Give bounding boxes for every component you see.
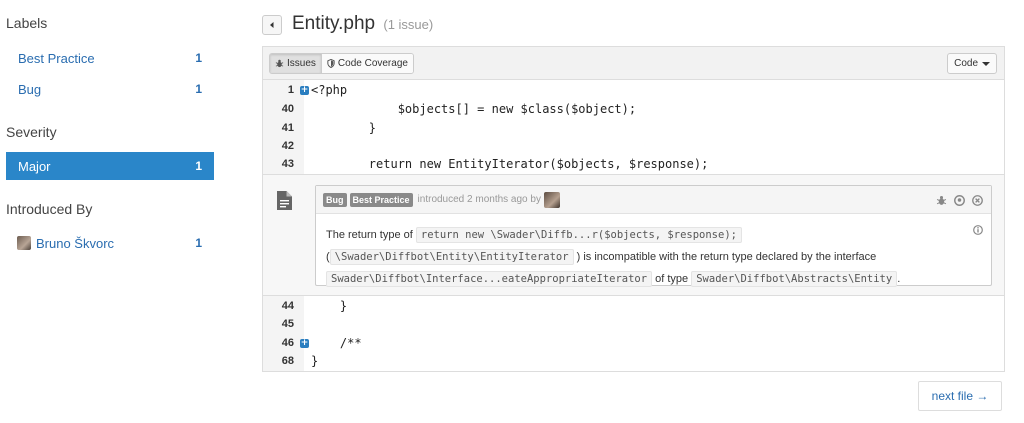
code-line: 40 $objects[] = new $class($object); <box>263 100 1004 119</box>
chevron-down-icon <box>982 61 990 66</box>
code-line: 44 } <box>263 297 1004 316</box>
code-line: 68 } <box>263 352 1004 371</box>
page-title: Entity.php (1 issue) <box>292 13 433 35</box>
line-number: 42 <box>281 140 294 152</box>
code-line: 41 } <box>263 119 1004 138</box>
issue-actions <box>936 194 983 206</box>
code-coverage-tab[interactable]: Code Coverage <box>320 54 413 73</box>
code-panel: Issues Code Coverage Code 1 + <?php 40 $… <box>262 46 1005 372</box>
code-dropdown-label: Code <box>954 58 978 69</box>
sidebar-item-label: Best Practice <box>18 50 95 66</box>
line-code: } <box>311 354 319 368</box>
issue-zone: Bug Best Practice introduced 2 months ag… <box>263 174 1004 296</box>
issue-text: The return type of <box>326 229 413 241</box>
line-number: 45 <box>281 318 294 330</box>
issue-meta: introduced 2 months ago by <box>417 194 541 205</box>
issue-header: Bug Best Practice introduced 2 months ag… <box>316 186 991 214</box>
line-number: 43 <box>281 158 294 170</box>
sidebar-item-count: 1 <box>195 51 202 65</box>
code-line: 43 return new EntityIterator($objects, $… <box>263 155 1004 174</box>
bug-icon[interactable] <box>936 194 947 205</box>
sidebar-item-label: Bruno Škvorc <box>36 235 115 251</box>
labels-heading: Labels <box>6 15 48 31</box>
code-dropdown[interactable]: Code <box>947 53 997 74</box>
line-code: } <box>311 121 377 135</box>
issues-tab-label: Issues <box>287 58 316 69</box>
line-number: 1 <box>287 84 294 96</box>
issue-text: of type <box>655 273 689 285</box>
sidebar-item-bruno-skvorc[interactable]: Bruno Škvorc 1 <box>6 229 214 257</box>
sidebar-item-label: Major <box>18 158 51 174</box>
code-line: 42 <box>263 137 1004 156</box>
sidebar: Labels Best Practice 1 Bug 1 Severity Ma… <box>0 0 214 423</box>
issue-text: . <box>897 273 901 285</box>
issue-code: Swader\Diffbot\Abstracts\Entity <box>691 271 898 287</box>
next-file-button[interactable]: next file → <box>918 381 1002 411</box>
severity-heading: Severity <box>6 124 57 140</box>
sidebar-item-count: 1 <box>195 236 202 250</box>
sidebar-item-major[interactable]: Major 1 <box>6 152 214 180</box>
issue-message: The return type of return new \Swader\Di… <box>316 214 991 290</box>
avatar[interactable] <box>543 191 560 208</box>
code-line: 45 <box>263 315 1004 334</box>
bug-badge[interactable]: Bug <box>323 192 347 207</box>
expand-icon[interactable]: + <box>300 339 309 348</box>
avatar <box>17 236 31 250</box>
shield-icon <box>327 59 335 68</box>
introduced-by-heading: Introduced By <box>6 201 93 217</box>
sidebar-item-count: 1 <box>195 82 202 96</box>
issue-code: \Swader\Diffbot\Entity\EntityIterator <box>329 249 574 265</box>
line-number: 44 <box>281 300 294 312</box>
line-number: 46 <box>281 337 294 349</box>
issue-code: return new \Swader\Diffb...r($objects, $… <box>415 227 742 243</box>
sidebar-item-best-practice[interactable]: Best Practice 1 <box>6 44 214 72</box>
view-toggle: Issues Code Coverage <box>269 53 414 74</box>
bug-icon <box>275 59 284 68</box>
line-code: /** <box>311 336 362 350</box>
issue-code: Swader\Diffbot\Interface...eateAppropria… <box>326 271 653 287</box>
sidebar-item-count: 1 <box>195 159 202 173</box>
sidebar-item-label: Bug <box>18 81 42 97</box>
info-icon[interactable] <box>973 225 983 235</box>
issue-count: (1 issue) <box>383 17 434 32</box>
line-code: <?php <box>311 83 348 97</box>
code-coverage-tab-label: Code Coverage <box>337 58 408 69</box>
line-code: } <box>311 299 348 313</box>
code-line: 46 + /** <box>263 334 1004 353</box>
issue-card: Bug Best Practice introduced 2 months ag… <box>315 185 992 287</box>
close-icon[interactable] <box>972 194 983 206</box>
sidebar-item-bug[interactable]: Bug 1 <box>6 75 214 103</box>
best-practice-badge[interactable]: Best Practice <box>349 192 413 207</box>
toolbar: Issues Code Coverage Code <box>263 47 1004 80</box>
issue-text: ) is incompatible with the return type d… <box>576 251 877 263</box>
line-code: return new EntityIterator($objects, $res… <box>311 157 709 171</box>
code-line: 1 + <?php <box>263 81 1004 100</box>
github-icon[interactable] <box>954 194 965 206</box>
caret-left-icon <box>270 22 274 28</box>
line-number: 68 <box>281 355 294 367</box>
back-button[interactable] <box>262 15 282 35</box>
file-text-icon <box>277 191 292 210</box>
file-name: Entity.php <box>292 13 376 34</box>
expand-icon[interactable]: + <box>300 86 309 95</box>
line-code: $objects[] = new $class($object); <box>311 102 637 116</box>
line-number: 40 <box>281 103 294 115</box>
line-number: 41 <box>281 122 294 134</box>
issues-tab[interactable]: Issues <box>270 54 321 73</box>
